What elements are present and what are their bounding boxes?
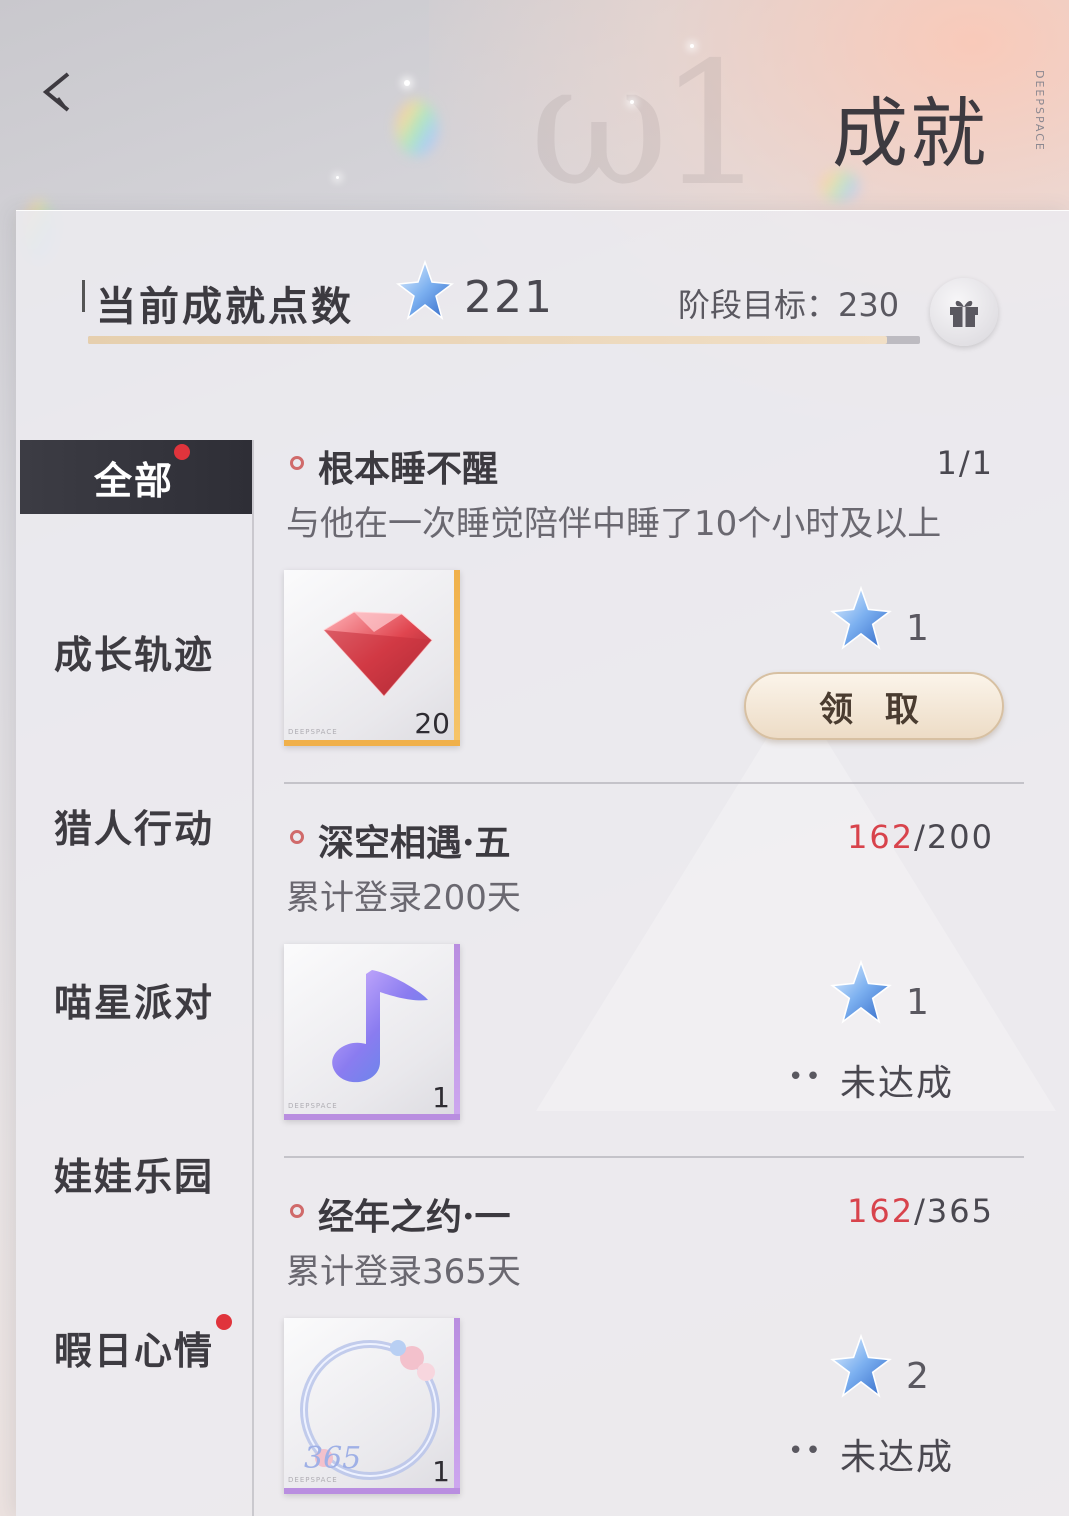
achievement-progress: 1/1 [937, 444, 995, 482]
rarity-edge [454, 944, 460, 1120]
sparkle-decoration [630, 100, 634, 104]
divider [284, 1156, 1024, 1158]
tab-label: 喵星派对 [54, 980, 215, 1025]
card-brand: DEEPSPACE [288, 1102, 338, 1110]
reward-quantity: 20 [414, 707, 450, 740]
sidebar-divider [252, 440, 254, 1516]
achievement-description: 累计登录365天 [286, 1252, 521, 1292]
progress-total: /365 [914, 1192, 994, 1230]
progress-current: 162 [847, 818, 915, 856]
progress-total: /200 [914, 818, 994, 856]
stage-reward-button[interactable] [930, 278, 998, 346]
achievement-description: 累计登录200天 [286, 878, 521, 918]
reward-card[interactable]: DEEPSPACE 20 [284, 570, 460, 746]
sparkle-decoration [404, 80, 410, 86]
status-not-achieved: 未达成 [840, 1437, 955, 1478]
stage-goal-label: 阶段目标：230 [678, 286, 900, 324]
rarity-bar [284, 1488, 460, 1494]
bullet-icon [290, 456, 304, 470]
achievement-progress: 162/365 [847, 1192, 994, 1230]
achievement-points: 1 [906, 982, 929, 1023]
points-progress-fill [88, 336, 887, 344]
tab-hunter-action[interactable]: 猎人行动 [20, 788, 252, 862]
rainbow-sparkle-decoration [396, 100, 438, 156]
tab-doll-paradise[interactable]: 娃娃乐园 [20, 1136, 252, 1210]
achievement-points: 1 [906, 608, 929, 649]
brand-vertical-text: DEEPSPACE [1033, 70, 1046, 152]
achievement-name: 深空相遇·五 [318, 822, 511, 864]
bullet-icon [290, 1204, 304, 1218]
page-title: 成就 [832, 89, 988, 178]
points-summary: 当前成就点数 221 阶段目标：230 [80, 260, 1000, 360]
tab-all[interactable]: 全部 [20, 440, 252, 514]
rarity-bar [284, 1114, 460, 1120]
points-progress-track [88, 336, 920, 344]
chevron-left-icon [42, 72, 70, 112]
rarity-edge [454, 570, 460, 746]
achievement-star-icon [830, 960, 892, 1024]
background-decoration: ω1 [530, 26, 767, 224]
notification-dot [216, 1314, 232, 1330]
card-brand: DEEPSPACE [288, 1476, 338, 1484]
achievement-points: 2 [906, 1356, 929, 1397]
tab-label: 全部 [94, 458, 175, 503]
tab-label: 暇日心情 [54, 1328, 215, 1373]
sparkle-decoration [690, 44, 694, 48]
status-dots-icon: •• [788, 1062, 823, 1092]
achievement-name: 根本睡不醒 [318, 448, 499, 490]
notification-dot [174, 444, 190, 460]
section-marker [82, 280, 85, 312]
progress-text: 1/1 [936, 444, 994, 482]
divider [284, 782, 1024, 784]
achievement-item: 深空相遇·五 162/200 累计登录200天 DEEPSPACE 1 1 ••… [284, 814, 1024, 1134]
achievement-star-icon [396, 260, 454, 320]
bullet-icon [290, 830, 304, 844]
reward-card[interactable]: DEEPSPACE 1 [284, 944, 460, 1120]
sparkle-decoration [336, 176, 339, 179]
reward-quantity: 1 [432, 1081, 450, 1114]
tab-label: 娃娃乐园 [54, 1154, 215, 1199]
tab-growth-track[interactable]: 成长轨迹 [20, 614, 252, 688]
tab-label: 成长轨迹 [54, 632, 215, 677]
claim-button[interactable]: 领 取 [744, 672, 1004, 740]
achievement-name: 经年之约·一 [318, 1196, 511, 1238]
rarity-edge [454, 1318, 460, 1494]
back-button[interactable] [36, 68, 86, 118]
gift-icon [950, 300, 978, 327]
tab-leisure-mood[interactable]: 暇日心情 [20, 1310, 252, 1384]
points-label: 当前成就点数 [96, 284, 354, 330]
achievement-item: 根本睡不醒 1/1 与他在一次睡觉陪伴中睡了10个小时及以上 DEEPSPACE… [284, 440, 1024, 760]
category-sidebar: 全部 成长轨迹 猎人行动 喵星派对 娃娃乐园 暇日心情 [20, 440, 252, 1516]
rarity-bar [284, 740, 460, 746]
achievement-star-icon [830, 586, 892, 650]
achievement-progress: 162/200 [847, 818, 994, 856]
status-dots-icon: •• [788, 1436, 823, 1466]
points-value: 221 [464, 272, 554, 323]
achievement-item: 经年之约·一 162/365 累计登录365天 365 DEEPSPACE 1 … [284, 1188, 1024, 1516]
card-brand: DEEPSPACE [288, 728, 338, 736]
achievement-star-icon [830, 1334, 892, 1398]
achievement-description: 与他在一次睡觉陪伴中睡了10个小时及以上 [286, 504, 942, 544]
reward-quantity: 1 [432, 1455, 450, 1488]
progress-current: 162 [847, 1192, 915, 1230]
reward-card[interactable]: 365 DEEPSPACE 1 [284, 1318, 460, 1494]
tab-meow-party[interactable]: 喵星派对 [20, 962, 252, 1036]
frame-overlay-text: 365 [304, 1441, 361, 1476]
status-not-achieved: 未达成 [840, 1063, 955, 1104]
tab-label: 猎人行动 [54, 806, 215, 851]
